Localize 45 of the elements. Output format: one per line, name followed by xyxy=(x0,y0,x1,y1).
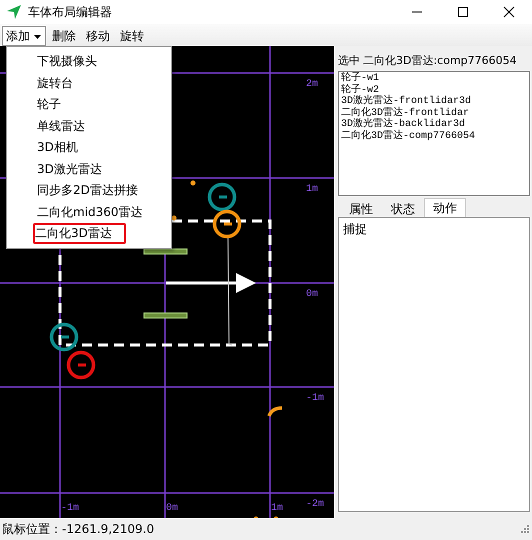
close-icon xyxy=(503,6,515,18)
scan-point xyxy=(190,180,196,186)
sensor-ring[interactable] xyxy=(212,210,242,238)
axis-label: 0m xyxy=(166,503,178,514)
axis-label: -1m xyxy=(306,393,324,404)
wheel-marker[interactable] xyxy=(144,312,188,318)
window-title: 车体布局编辑器 xyxy=(28,4,112,21)
list-item[interactable]: 轮子-w1 xyxy=(341,73,380,84)
scan-arc xyxy=(267,406,282,417)
menu-item[interactable]: 单线雷达 xyxy=(9,116,91,136)
axis-label: 1m xyxy=(271,503,284,514)
action-item[interactable]: 捕捉 xyxy=(343,220,367,238)
resize-grip-icon xyxy=(521,525,529,533)
app-logo-icon xyxy=(6,4,22,20)
list-item[interactable]: 二向化3D雷达-frontlidar xyxy=(341,108,470,119)
menu-item[interactable]: 3D激光雷达 xyxy=(9,158,108,179)
list-item[interactable]: 3D激光雷达-backlidar3d xyxy=(341,119,466,130)
axis-label: -1m xyxy=(61,503,80,514)
menu-item[interactable]: 轮子 xyxy=(9,94,67,114)
caret-icon xyxy=(33,32,42,41)
maximize-icon xyxy=(457,6,469,18)
sensor-ring[interactable] xyxy=(50,322,78,352)
add-dropdown-button[interactable]: 添加 xyxy=(2,26,46,46)
menu-item[interactable]: 二向化3D雷达 xyxy=(33,223,126,244)
axis-label: 2m xyxy=(306,79,318,90)
axis-label: 0m xyxy=(306,289,318,300)
scan-point xyxy=(172,216,176,220)
menu-item[interactable]: 二向化mid360雷达 xyxy=(9,202,149,222)
mouse-position-text: 鼠标位置：-1261.9,2109.0 xyxy=(2,521,154,538)
selection-value: 二向化3D雷达:comp7766054 xyxy=(363,54,517,68)
toolbar-button[interactable]: 旋转 xyxy=(116,26,148,46)
toolbar-button[interactable]: 删除 xyxy=(48,26,80,46)
list-item[interactable]: 二向化3D雷达-comp7766054 xyxy=(341,130,476,142)
selection-label: 选中 xyxy=(338,54,360,68)
wheel-marker[interactable] xyxy=(144,248,188,254)
menu-item[interactable]: 下视摄像头 xyxy=(9,51,103,72)
tab[interactable]: 动作 xyxy=(424,198,466,217)
axis-label: 1m xyxy=(306,184,318,195)
menu-item[interactable]: 同步多2D雷达拼接 xyxy=(9,180,144,200)
list-item[interactable]: 轮子-w2 xyxy=(341,84,380,96)
toolbar-button[interactable]: 移动 xyxy=(82,26,114,46)
menu-item[interactable]: 3D相机 xyxy=(9,137,84,158)
list-item[interactable]: 3D激光雷达-frontlidar3d xyxy=(341,96,472,108)
axis-label: -2m xyxy=(306,499,324,510)
menu-item[interactable]: 旋转台 xyxy=(9,72,79,93)
